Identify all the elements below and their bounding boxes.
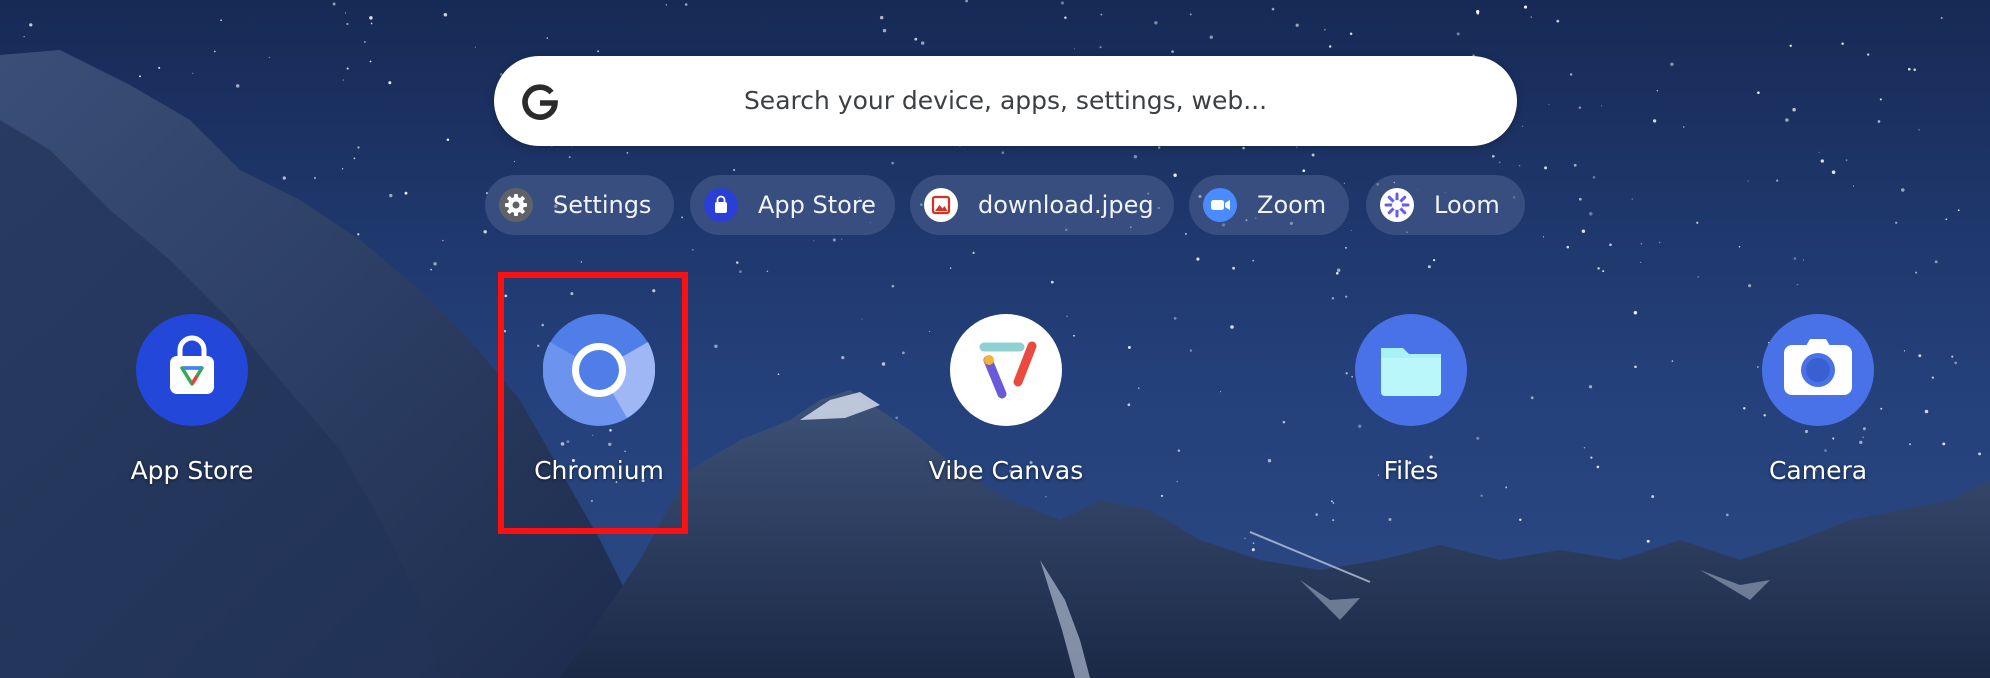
app-tile-camera[interactable]: Camera xyxy=(1708,314,1928,485)
chip-label: App Store xyxy=(758,191,876,219)
zoom-camera-icon xyxy=(1203,188,1237,222)
app-tile-files[interactable]: Files xyxy=(1301,314,1521,485)
suggestion-chip-app-store[interactable]: App Store xyxy=(690,175,895,235)
app-tile-chromium[interactable]: Chromium xyxy=(489,314,709,485)
app-label: Files xyxy=(1383,456,1439,485)
chromium-icon xyxy=(543,314,655,426)
suggestion-chip-settings[interactable]: Settings xyxy=(485,175,674,235)
search-placeholder[interactable]: Search your device, apps, settings, web.… xyxy=(494,56,1517,146)
gear-icon xyxy=(499,188,533,222)
app-store-icon xyxy=(136,314,248,426)
vibe-canvas-icon xyxy=(950,314,1062,426)
app-label: Chromium xyxy=(534,456,664,485)
camera-icon xyxy=(1762,314,1874,426)
loom-icon xyxy=(1380,188,1414,222)
app-launcher: Search your device, apps, settings, web.… xyxy=(0,0,1990,678)
search-box[interactable]: Search your device, apps, settings, web.… xyxy=(494,56,1517,146)
chip-label: Loom xyxy=(1434,191,1500,219)
suggestion-chip-zoom[interactable]: Zoom xyxy=(1189,175,1349,235)
app-store-bag-icon xyxy=(704,188,738,222)
chip-label: Settings xyxy=(553,191,652,219)
chip-label: Zoom xyxy=(1257,191,1327,219)
app-label: App Store xyxy=(130,456,254,485)
image-file-icon xyxy=(924,188,958,222)
suggestion-chip-loom[interactable]: Loom xyxy=(1366,175,1525,235)
app-label: Vibe Canvas xyxy=(928,456,1084,485)
folder-icon xyxy=(1355,314,1467,426)
app-tile-vibe-canvas[interactable]: Vibe Canvas xyxy=(896,314,1116,485)
app-tile-app-store[interactable]: App Store xyxy=(82,314,302,485)
suggestion-chip-download-jpeg[interactable]: download.jpeg xyxy=(910,175,1174,235)
chip-label: download.jpeg xyxy=(978,191,1154,219)
app-label: Camera xyxy=(1768,456,1868,485)
